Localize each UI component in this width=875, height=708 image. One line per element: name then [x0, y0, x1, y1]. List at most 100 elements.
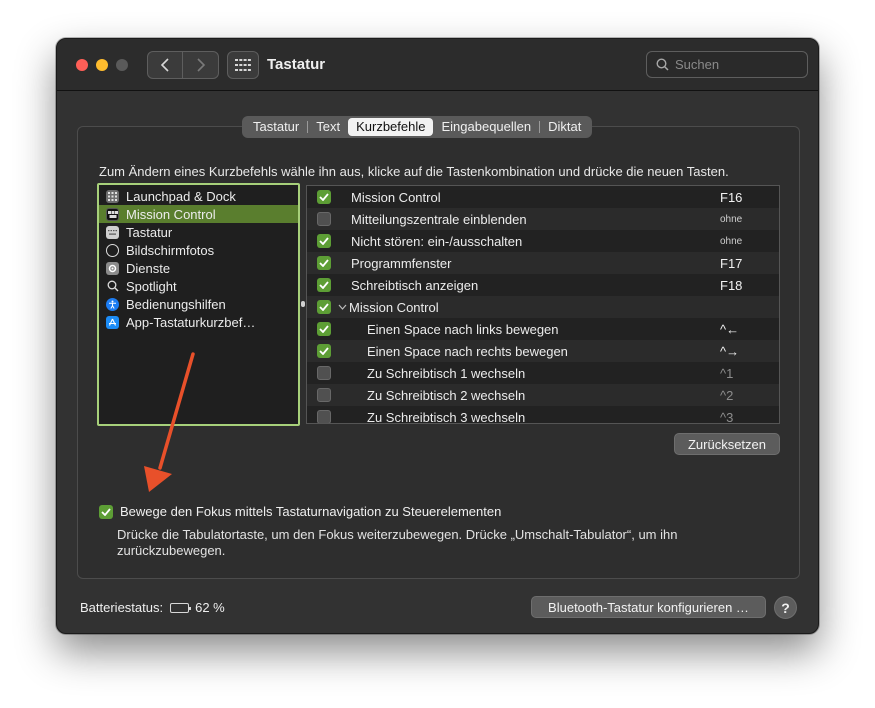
tab-tastatur[interactable]: Tastatur [245, 118, 307, 136]
battery-status-label: Batteriestatus: [80, 600, 164, 615]
keyboard-navigation-label: Bewege den Fokus mittels Tastaturnavigat… [120, 504, 502, 519]
close-window-button[interactable] [76, 59, 88, 71]
checkmark-icon [319, 193, 329, 201]
show-all-button[interactable] [227, 51, 259, 79]
shortcut-group-row[interactable]: Mission Control [307, 296, 779, 318]
shortcut-key[interactable]: F16 [720, 190, 742, 205]
category-label: App-Tastaturkurzbef… [126, 314, 256, 330]
shortcut-checkbox[interactable] [317, 256, 331, 270]
category-label: Bildschirmfotos [126, 242, 215, 258]
shortcut-checkbox[interactable] [317, 388, 331, 402]
keyboard-navigation-checkbox[interactable] [99, 504, 113, 519]
keyboard-navigation-description: Drücke die Tabulatortaste, um den Fokus … [117, 527, 678, 558]
preferences-window: Tastatur Tastatur Text Kurzbefehle Einga… [56, 38, 819, 634]
checkmark-icon [319, 281, 329, 289]
checkmark-icon [319, 347, 329, 355]
instruction-text: Zum Ändern eines Kurzbefehls wähle ihn a… [99, 164, 729, 179]
bluetooth-keyboard-setup-button[interactable]: Bluetooth-Tastatur konfigurieren … [531, 596, 766, 618]
shortcut-key[interactable]: ^← [720, 322, 739, 337]
shortcut-key[interactable]: ^2 [720, 388, 733, 403]
shortcut-row[interactable]: Einen Space nach links bewegen ^← [307, 318, 779, 340]
forward-button[interactable] [183, 51, 219, 79]
chevron-right-icon [196, 58, 205, 72]
shortcut-checkbox[interactable] [317, 344, 331, 358]
search-input[interactable] [675, 57, 795, 72]
shortcut-key[interactable]: F18 [720, 278, 742, 293]
tab-eingabequellen[interactable]: Eingabequellen [433, 118, 539, 136]
shortcut-row[interactable]: Schreibtisch anzeigen F18 [307, 274, 779, 296]
shortcut-label: Schreibtisch anzeigen [351, 277, 479, 293]
shortcut-label: Programmfenster [351, 255, 452, 271]
shortcut-row[interactable]: Mission Control F16 [307, 186, 779, 208]
shortcut-key[interactable]: F17 [720, 256, 742, 271]
window-title: Tastatur [267, 56, 326, 73]
category-label: Tastatur [126, 224, 173, 240]
category-item-spotlight[interactable]: Spotlight [99, 277, 298, 295]
battery-percent: 62 % [195, 600, 225, 615]
shortcut-row[interactable]: Programmfenster F17 [307, 252, 779, 274]
app-store-icon [106, 315, 119, 329]
search-field[interactable] [646, 51, 808, 78]
category-item-bildschirmfotos[interactable]: Bildschirmfotos [99, 241, 298, 259]
checkmark-icon [319, 237, 329, 245]
shortcut-label: Einen Space nach rechts bewegen [367, 343, 568, 359]
help-button[interactable]: ? [774, 596, 797, 619]
shortcut-checkbox[interactable] [317, 278, 331, 292]
tab-text[interactable]: Text [308, 118, 348, 136]
category-item-bedienungshilfen[interactable]: Bedienungshilfen [99, 295, 298, 313]
shortcut-key[interactable]: ^3 [720, 410, 733, 424]
navigation-buttons [147, 51, 219, 79]
shortcut-row[interactable]: Mitteilungszentrale einblenden ohne [307, 208, 779, 230]
shortcut-key[interactable]: ohne [720, 214, 742, 225]
split-view-divider-handle[interactable] [301, 301, 305, 307]
shortcut-row[interactable]: Zu Schreibtisch 3 wechseln ^3 [307, 406, 779, 424]
launchpad-icon [106, 189, 119, 203]
shortcut-key[interactable]: ohne [720, 236, 742, 247]
shortcut-row[interactable]: Zu Schreibtisch 2 wechseln ^2 [307, 384, 779, 406]
zoom-window-button[interactable] [116, 59, 128, 71]
minimize-window-button[interactable] [96, 59, 108, 71]
tab-kurzbefehle[interactable]: Kurzbefehle [348, 118, 434, 136]
category-item-tastatur[interactable]: Tastatur [99, 223, 298, 241]
accessibility-icon [106, 297, 119, 311]
shortcut-checkbox[interactable] [317, 410, 331, 423]
shortcut-checkbox[interactable] [317, 234, 331, 248]
grid-icon [235, 59, 251, 71]
shortcut-key[interactable]: ^1 [720, 366, 733, 381]
battery-status: Batteriestatus: 62 % [80, 600, 225, 615]
shortcut-label: Mission Control [349, 299, 439, 315]
checkmark-icon [319, 325, 329, 333]
shortcut-row[interactable]: Einen Space nach rechts bewegen ^→ [307, 340, 779, 362]
shortcut-label: Mission Control [351, 189, 441, 205]
category-item-dienste[interactable]: Dienste [99, 259, 298, 277]
shortcut-row[interactable]: Nicht stören: ein-/ausschalten ohne [307, 230, 779, 252]
category-label: Bedienungshilfen [126, 296, 226, 312]
keyboard-icon [106, 225, 119, 239]
shortcut-checkbox[interactable] [317, 212, 331, 226]
chevron-left-icon [160, 58, 169, 72]
shortcut-key[interactable]: ^→ [720, 344, 739, 359]
shortcut-label: Mitteilungszentrale einblenden [351, 211, 527, 227]
shortcut-label: Einen Space nach links bewegen [367, 321, 559, 337]
checkmark-icon [101, 507, 111, 516]
category-item-app-tastaturkurzbefehle[interactable]: App-Tastaturkurzbef… [99, 313, 298, 331]
keyboard-navigation-option: Bewege den Fokus mittels Tastaturnavigat… [99, 504, 501, 519]
reset-button[interactable]: Zurücksetzen [674, 433, 780, 455]
battery-icon [170, 602, 192, 613]
category-label: Mission Control [126, 206, 216, 222]
shortcut-row[interactable]: Zu Schreibtisch 1 wechseln ^1 [307, 362, 779, 384]
category-item-launchpad-dock[interactable]: Launchpad & Dock [99, 187, 298, 205]
tab-diktat[interactable]: Diktat [540, 118, 589, 136]
shortcut-checkbox[interactable] [317, 366, 331, 380]
shortcut-checkbox[interactable] [317, 300, 331, 314]
category-item-mission-control[interactable]: Mission Control [99, 205, 298, 223]
shortcut-checkbox[interactable] [317, 190, 331, 204]
back-button[interactable] [147, 51, 183, 79]
shortcut-checkbox[interactable] [317, 322, 331, 336]
category-label: Dienste [126, 260, 171, 276]
mission-control-icon [106, 207, 119, 221]
category-list: Launchpad & Dock Mission Control Tastatu… [97, 183, 300, 426]
spotlight-magnifier-icon [106, 280, 119, 293]
shortcut-label: Zu Schreibtisch 2 wechseln [367, 387, 526, 403]
chevron-down-icon[interactable] [336, 304, 348, 310]
